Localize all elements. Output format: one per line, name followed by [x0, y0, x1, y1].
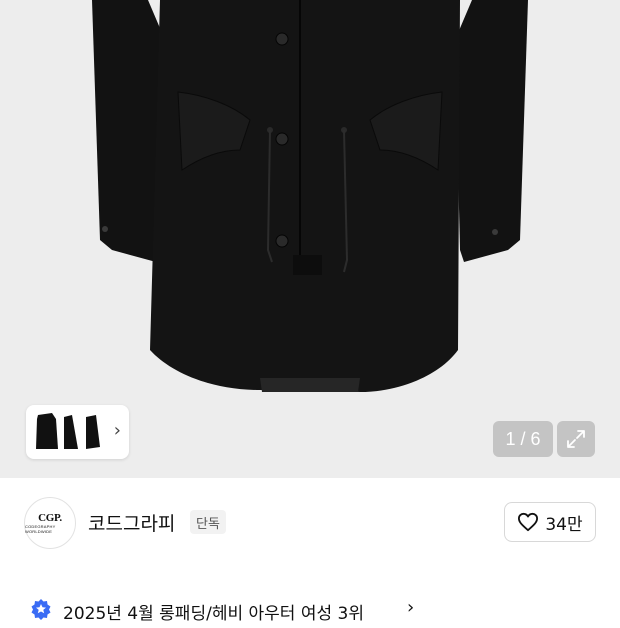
- ranking-text[interactable]: 2025년 4월 롱패딩/헤비 아우터 여성 3위: [63, 599, 364, 624]
- like-count: 34만: [545, 514, 583, 535]
- brand-name[interactable]: 코드그라피: [88, 509, 175, 536]
- expand-icon: [567, 430, 585, 448]
- brand-logo[interactable]: CGP. CODEGRAPHY WORLDWIDE: [24, 497, 76, 549]
- thumbnail-images: [36, 413, 100, 449]
- ranking-row[interactable]: 2025년 4월 롱패딩/헤비 아우터 여성 3위 ›: [0, 588, 620, 628]
- product-image-gallery[interactable]: › 1 / 6: [0, 0, 620, 478]
- heart-icon: [518, 512, 539, 532]
- chevron-right-icon: ›: [113, 420, 121, 441]
- like-button[interactable]: 34만: [504, 502, 596, 542]
- chevron-right-icon: ›: [407, 597, 415, 618]
- brand-logo-subtext: CODEGRAPHY WORLDWIDE: [25, 523, 56, 534]
- exclusive-badge: 단독: [190, 510, 226, 534]
- brand-row: CGP. CODEGRAPHY WORLDWIDE 코드그라피 단독 34만: [0, 478, 620, 568]
- thumbnail-strip[interactable]: ›: [26, 405, 129, 459]
- image-counter: 1 / 6: [493, 421, 553, 457]
- brand-logo-mark: CGP.: [38, 511, 62, 524]
- star-badge-icon: [31, 599, 51, 620]
- expand-button[interactable]: [557, 421, 595, 457]
